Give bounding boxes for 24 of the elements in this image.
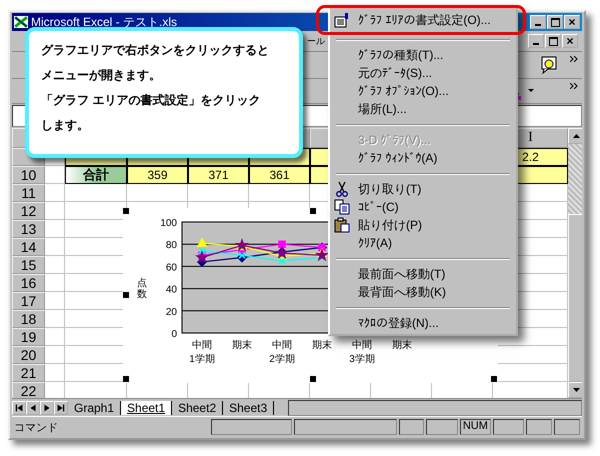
axis-title: 点数 (137, 278, 147, 300)
status-text: コマンド (14, 420, 59, 434)
table-cell: 合計 (65, 166, 127, 184)
instruction-text: グラフエリアで右ボタンをクリックすると (41, 42, 269, 59)
table-cell: 359 (127, 166, 188, 184)
instruction-text: 「グラフ エリアの書式設定」をクリック (41, 92, 260, 109)
axis-tick-label: 40 (166, 284, 177, 296)
axis-category-label: 中間 1学期 (189, 340, 215, 365)
instruction-text: メニューが開きます。 (41, 67, 161, 84)
axis-tick-label: 20 (166, 306, 177, 318)
axis-category-label: 期末 (232, 340, 252, 351)
instruction-text: します。 (41, 117, 89, 134)
axis-category-label: 中間 3学期 (349, 340, 375, 365)
axis-category-label: 期末 (312, 340, 332, 351)
axis-tick-label: 80 (166, 240, 177, 252)
axis-category-label: 中間 2学期 (269, 340, 295, 365)
axis-category-label: 期末 (392, 340, 412, 351)
table-cell: 371 (188, 166, 249, 184)
table-cell: 361 (249, 166, 310, 184)
axis-tick-label: 0 (171, 329, 177, 340)
axis-tick-label: 60 (166, 262, 177, 274)
window-title: Microsoft Excel - テスト.xls (31, 14, 178, 30)
status-indicator: NUM (460, 419, 491, 435)
axis-tick-label: 100 (160, 218, 177, 229)
